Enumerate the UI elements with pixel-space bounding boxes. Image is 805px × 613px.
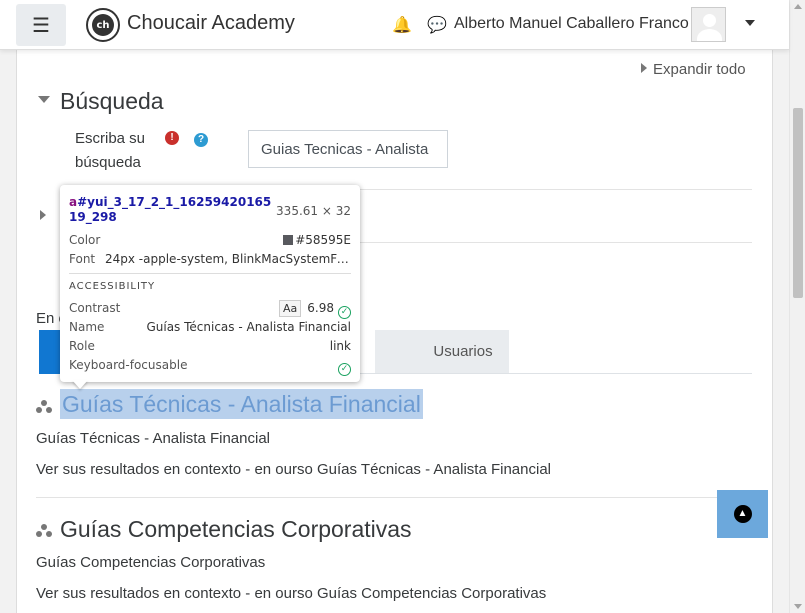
expand-triangle-icon <box>641 63 647 73</box>
scroll-down-arrow-icon[interactable] <box>794 604 802 609</box>
result-context-link[interactable]: Ver sus resultados en contexto - en ours… <box>36 585 546 602</box>
divider <box>360 189 752 190</box>
divider <box>69 273 351 274</box>
messages-icon[interactable]: 💬 <box>427 15 447 35</box>
tooltip-accessibility-heading: ACCESSIBILITY <box>69 281 156 292</box>
color-swatch-icon <box>283 235 294 245</box>
tooltip-selector: a#yui_3_17_2_1_1625942016519_298 <box>69 195 272 224</box>
page-scrollbar[interactable] <box>789 0 805 613</box>
notification-bell-icon[interactable]: 🔔 <box>392 15 412 35</box>
back-to-top-button[interactable]: ▲ <box>717 490 768 538</box>
tab-usuarios[interactable]: Usuarios <box>417 330 509 373</box>
devtools-inspect-tooltip: a#yui_3_17_2_1_1625942016519_298 335.61 … <box>60 185 360 382</box>
result-subtitle: Guías Competencias Corporativas <box>36 554 266 571</box>
required-exclamation-icon: ! <box>165 131 179 145</box>
result-title-link[interactable]: Guías Técnicas - Analista Financial <box>60 389 423 419</box>
tooltip-role-row: Role link <box>69 339 351 353</box>
result-context-link[interactable]: Ver sus resultados en contexto - en ours… <box>36 461 551 478</box>
result-subtitle: Guías Técnicas - Analista Financial <box>36 430 271 447</box>
tooltip-focusable-row: Keyboard-focusable ✓ <box>69 356 351 376</box>
user-name[interactable]: Alberto Manuel Caballero Franco <box>454 15 689 33</box>
menu-toggle-button[interactable]: ☰ <box>16 4 66 46</box>
section-collapse-caret-icon[interactable] <box>38 96 50 103</box>
divider <box>360 242 752 243</box>
collapsed-section-triangle-icon[interactable] <box>40 210 46 220</box>
scroll-up-arrow-icon[interactable] <box>794 4 802 9</box>
tooltip-font-row: Font 24px -apple-system, BlinkMacSystemF… <box>69 252 351 266</box>
tooltip-contrast-row: Contrast Aa 6.98 ✓ <box>69 299 351 319</box>
section-title[interactable]: Búsqueda <box>60 88 164 115</box>
tooltip-color-row: Color #58595E <box>69 233 351 247</box>
result-separator <box>36 497 752 498</box>
site-logo[interactable]: ch <box>86 8 120 42</box>
course-icon <box>36 524 52 538</box>
tooltip-name-row: Name Guías Técnicas - Analista Financial <box>69 320 351 334</box>
tooltip-size: 335.61 × 32 <box>276 204 351 218</box>
expand-all-link[interactable]: Expandir todo <box>641 61 746 78</box>
search-input[interactable]: Guias Tecnicas - Analista <box>248 130 448 168</box>
course-icon <box>36 400 52 414</box>
user-menu-caret-icon[interactable] <box>745 20 755 26</box>
check-circle-icon: ✓ <box>338 363 351 376</box>
site-name-link[interactable]: Choucair Academy <box>127 12 295 35</box>
arrow-up-icon: ▲ <box>733 505 752 523</box>
hamburger-icon: ☰ <box>32 14 50 37</box>
tooltip-arrow <box>72 380 88 389</box>
result-title-link[interactable]: Guías Competencias Corporativas <box>60 516 412 543</box>
scrollbar-thumb[interactable] <box>793 108 803 298</box>
top-navbar: ☰ ch Choucair Academy 🔔 💬 Alberto Manuel… <box>0 0 789 50</box>
help-question-icon[interactable]: ? <box>194 133 208 147</box>
avatar[interactable] <box>691 7 726 42</box>
search-label: Escriba su búsqueda <box>75 130 146 171</box>
logo-mark: ch <box>92 14 114 36</box>
